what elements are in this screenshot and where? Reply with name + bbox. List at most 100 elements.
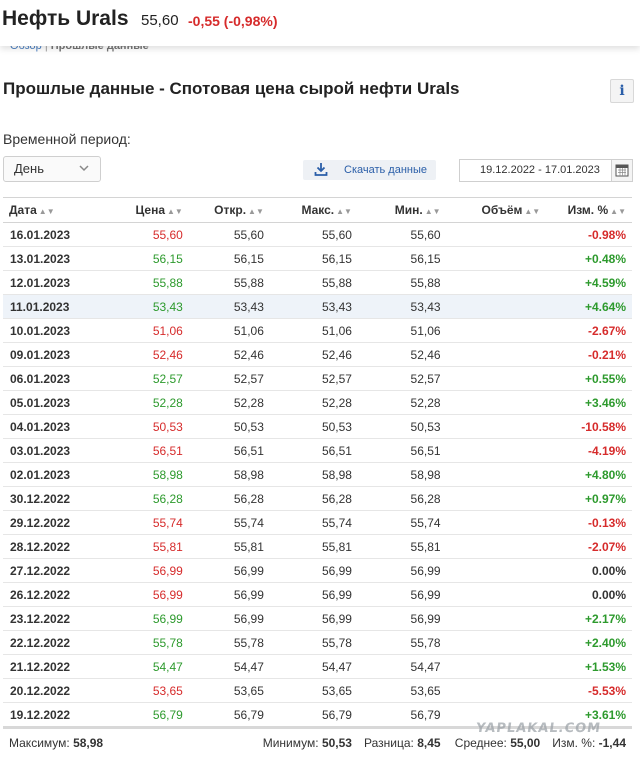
- column-header-high[interactable]: Макс. ▲▼: [269, 197, 358, 223]
- cell-volume: [446, 462, 547, 487]
- cell-open: 52,28: [188, 390, 270, 415]
- cell-date: 29.12.2022: [3, 510, 103, 535]
- cell-date: 28.12.2022: [3, 534, 103, 559]
- summary-min: Минимум: 50,53: [188, 726, 358, 757]
- summary-change-value: -1,44: [598, 736, 626, 750]
- table-row: 20.12.2022 53,65 53,65 53,65 53,65 -5.53%: [3, 678, 632, 703]
- cell-change: +0.97%: [546, 486, 632, 511]
- cell-low: 51,06: [357, 318, 447, 343]
- sort-arrows-icon: ▲▼: [524, 207, 541, 216]
- cell-open: 50,53: [188, 414, 270, 439]
- cell-date: 03.01.2023: [3, 438, 103, 463]
- cell-date: 21.12.2022: [3, 654, 103, 679]
- cell-open: 55,78: [188, 630, 270, 655]
- cell-open: 52,46: [188, 342, 270, 367]
- column-header-volume[interactable]: Объём ▲▼: [446, 197, 547, 223]
- table-row: 02.01.2023 58,98 58,98 58,98 58,98 +4.80%: [3, 462, 632, 487]
- cell-high: 54,47: [269, 654, 358, 679]
- table-row: 23.12.2022 56,99 56,99 56,99 56,99 +2.17%: [3, 606, 632, 631]
- table-row: 04.01.2023 50,53 50,53 50,53 50,53 -10.58%: [3, 414, 632, 439]
- cell-price: 51,06: [102, 318, 189, 343]
- summary-max-label: Максимум:: [9, 736, 70, 750]
- instrument-price: 55,60: [141, 12, 179, 29]
- cell-date: 26.12.2022: [3, 582, 103, 607]
- cell-high: 58,98: [269, 462, 358, 487]
- cell-high: 56,15: [269, 246, 358, 271]
- cell-change: +1.53%: [546, 654, 632, 679]
- watermark-logo: YAPLAKAL.COM: [474, 721, 603, 736]
- column-header-open[interactable]: Откр. ▲▼: [188, 197, 270, 223]
- download-icon: [314, 163, 328, 176]
- cell-low: 55,81: [357, 534, 447, 559]
- date-range-value: 19.12.2022 - 17.01.2023: [480, 164, 600, 176]
- summary-min-value: 50,53: [321, 736, 352, 750]
- cell-open: 56,51: [188, 438, 270, 463]
- cell-high: 55,88: [269, 270, 358, 295]
- cell-change: -0.13%: [546, 510, 632, 535]
- cell-price: 52,46: [102, 342, 189, 367]
- instrument-change: -0,55 (-0,98%): [188, 13, 278, 29]
- sort-arrows-icon: ▲▼: [38, 207, 55, 216]
- cell-open: 56,99: [188, 558, 270, 583]
- page-title: Прошлые данные - Спотовая цена сырой неф…: [3, 79, 460, 98]
- cell-price: 53,65: [102, 678, 189, 703]
- cell-date: 11.01.2023: [3, 294, 103, 319]
- cell-low: 56,99: [357, 558, 447, 583]
- cell-volume: [446, 366, 547, 391]
- download-data-button[interactable]: Скачать данные: [303, 160, 436, 180]
- cell-price: 55,78: [102, 630, 189, 655]
- column-header-label: Мин.: [394, 203, 423, 217]
- cell-volume: [446, 222, 547, 247]
- cell-low: 55,74: [357, 510, 447, 535]
- column-header-change[interactable]: Изм. % ▲▼: [546, 197, 632, 223]
- table-row: 12.01.2023 55,88 55,88 55,88 55,88 +4.59%: [3, 270, 632, 295]
- cell-open: 56,79: [188, 702, 270, 728]
- cell-high: 56,99: [269, 558, 358, 583]
- cell-low: 54,47: [357, 654, 447, 679]
- cell-volume: [446, 486, 547, 511]
- cell-price: 56,79: [102, 702, 189, 728]
- date-range-picker[interactable]: 19.12.2022 - 17.01.2023: [459, 159, 633, 182]
- download-label: Скачать данные: [344, 164, 428, 176]
- historical-data-table: Дата ▲▼ Цена ▲▼ Откр. ▲▼ Макс. ▲▼ Мин. ▲▼ Объ…: [3, 197, 632, 757]
- cell-date: 16.01.2023: [3, 222, 103, 247]
- cell-volume: [446, 342, 547, 367]
- calendar-icon[interactable]: [611, 160, 632, 181]
- column-header-low[interactable]: Мин. ▲▼: [357, 197, 447, 223]
- cell-open: 53,65: [188, 678, 270, 703]
- table-header-row: Дата ▲▼ Цена ▲▼ Откр. ▲▼ Макс. ▲▼ Мин. ▲▼ Объ…: [3, 197, 632, 223]
- column-header-date[interactable]: Дата ▲▼: [3, 197, 103, 223]
- cell-open: 55,60: [188, 222, 270, 247]
- cell-volume: [446, 678, 547, 703]
- table-row: 09.01.2023 52,46 52,46 52,46 52,46 -0.21%: [3, 342, 632, 367]
- table-row: 26.12.2022 56,99 56,99 56,99 56,99 0.00%: [3, 582, 632, 607]
- column-header-label: Откр.: [214, 203, 247, 217]
- cell-change: +3.46%: [546, 390, 632, 415]
- period-dropdown[interactable]: День: [3, 156, 101, 182]
- cell-open: 54,47: [188, 654, 270, 679]
- cell-change: -4.19%: [546, 438, 632, 463]
- cell-open: 55,74: [188, 510, 270, 535]
- cell-open: 52,57: [188, 366, 270, 391]
- summary-diff-label: Разница:: [363, 736, 414, 750]
- info-icon[interactable]: i: [610, 79, 634, 103]
- cell-change: +4.59%: [546, 270, 632, 295]
- cell-change: +2.17%: [546, 606, 632, 631]
- cell-date: 06.01.2023: [3, 366, 103, 391]
- cell-price: 55,60: [102, 222, 189, 247]
- summary-max: Максимум: 58,98: [3, 726, 189, 757]
- instrument-title: Нефть Urals: [2, 7, 129, 30]
- column-header-price[interactable]: Цена ▲▼: [102, 197, 189, 223]
- chevron-down-icon: [78, 159, 90, 180]
- cell-change: 0.00%: [546, 558, 632, 583]
- cell-change: 0.00%: [546, 582, 632, 607]
- cell-change: -10.58%: [546, 414, 632, 439]
- cell-volume: [446, 534, 547, 559]
- cell-change: +4.64%: [546, 294, 632, 319]
- table-row: 16.01.2023 55,60 55,60 55,60 55,60 -0.98%: [3, 222, 632, 247]
- cell-price: 52,57: [102, 366, 189, 391]
- cell-date: 19.12.2022: [3, 702, 103, 728]
- cell-volume: [446, 558, 547, 583]
- summary-max-value: 58,98: [73, 736, 104, 750]
- cell-price: 56,51: [102, 438, 189, 463]
